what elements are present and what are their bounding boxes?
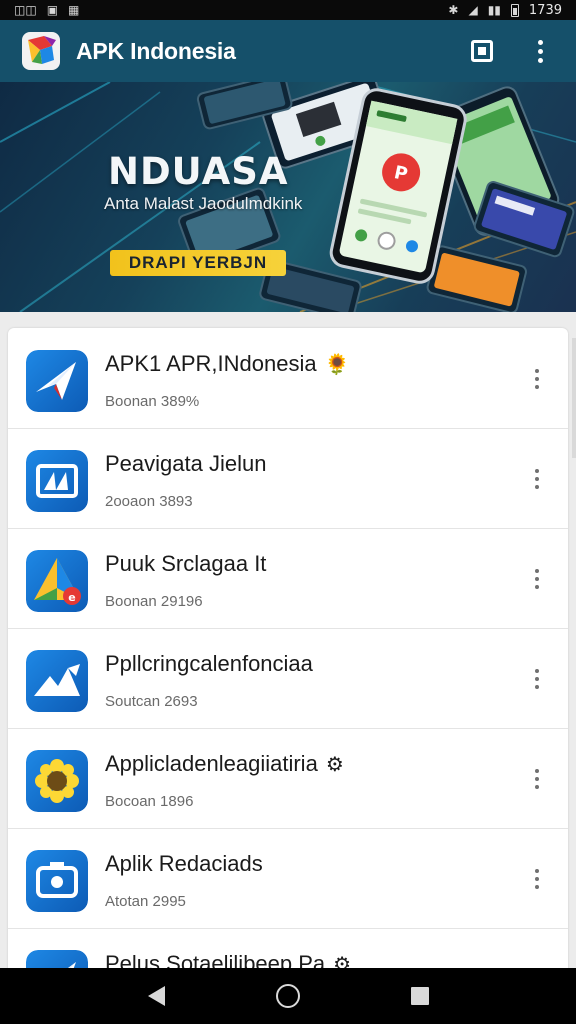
battery-icon bbox=[510, 3, 519, 17]
home-button[interactable] bbox=[268, 976, 308, 1016]
app-title: Ppllcringcalenfonciaa bbox=[105, 651, 313, 677]
send-arrow-icon bbox=[26, 350, 88, 412]
sunflower-icon bbox=[26, 750, 88, 812]
app-list: APK1 APR,INdonesia 🌻 Boonan 389% Peavigata … bbox=[8, 328, 568, 988]
app-list-item[interactable]: Peavigata Jielun 2ooaon 3893 bbox=[8, 429, 568, 529]
home-icon bbox=[276, 984, 300, 1008]
banner-cta-button[interactable]: DRAPI YERBJN bbox=[110, 250, 286, 276]
camera-icon bbox=[26, 850, 88, 912]
flower-badge-icon: 🌻 bbox=[324, 354, 350, 376]
notification-icon: ▣ bbox=[46, 3, 59, 17]
more-vert-icon[interactable] bbox=[532, 869, 542, 889]
gear-badge-icon: ⚙ bbox=[325, 754, 344, 776]
image-icon: ▦ bbox=[68, 3, 80, 17]
more-vert-icon[interactable] bbox=[532, 569, 542, 589]
triangle-logo-icon: e bbox=[26, 550, 88, 612]
status-time: 1739 bbox=[528, 2, 562, 18]
app-title: Aplik Redaciads bbox=[105, 851, 263, 877]
recents-button[interactable] bbox=[400, 976, 440, 1016]
more-vert-icon[interactable] bbox=[532, 469, 542, 489]
status-bar: ◫◫ ▣ ▦ ✱ ◢ ▮▮ 1739 bbox=[0, 0, 576, 20]
promo-banner[interactable]: P NDUASA Anta Malast Jaodulmdkink DRAPI … bbox=[0, 82, 576, 312]
app-list-item[interactable]: Ppllcringcalenfonciaa Soutcan 2693 bbox=[8, 629, 568, 729]
bluetooth-icon: ✱ bbox=[448, 3, 459, 17]
scrollbar[interactable] bbox=[572, 338, 576, 458]
overflow-menu-button[interactable] bbox=[526, 37, 554, 65]
banner-subline: Anta Malast Jaodulmdkink bbox=[104, 194, 303, 213]
app-subtitle: 2ooaon 3893 bbox=[105, 493, 193, 510]
app-title: Peavigata Jielun bbox=[105, 451, 266, 477]
app-list-item[interactable]: APK1 APR,INdonesia 🌻 Boonan 389% bbox=[8, 329, 568, 429]
app-title-text: Applicladenleagiiatiria bbox=[105, 751, 318, 776]
app-title: APK Indonesia bbox=[76, 37, 236, 64]
app-title-text: APK1 APR,INdonesia bbox=[105, 351, 317, 376]
mountain-arrow-icon bbox=[26, 650, 88, 712]
app-subtitle: Bocoan 1896 bbox=[105, 793, 194, 810]
recents-icon bbox=[411, 987, 429, 1005]
app-title-text: Peavigata Jielun bbox=[105, 451, 267, 476]
status-right: ✱ ◢ ▮▮ 1739 bbox=[448, 3, 562, 18]
app-subtitle: Boonan 389% bbox=[105, 393, 200, 410]
app-subtitle: Boonan 29196 bbox=[105, 593, 203, 610]
back-button[interactable] bbox=[136, 976, 176, 1016]
app-logo-graphic bbox=[28, 36, 56, 64]
app-logo-icon[interactable] bbox=[22, 32, 60, 70]
vibrate-icon: ◫◫ bbox=[14, 3, 37, 17]
app-title: Puuk Srclagaa It bbox=[105, 551, 266, 577]
more-vert-icon bbox=[537, 39, 543, 63]
app-list-item[interactable]: e Puuk Srclagaa It Boonan 29196 bbox=[8, 529, 568, 629]
more-vert-icon[interactable] bbox=[532, 369, 542, 389]
banner-headline: NDUASA bbox=[108, 150, 289, 193]
svg-text:e: e bbox=[68, 591, 75, 604]
square-icon bbox=[471, 40, 493, 62]
back-icon bbox=[147, 986, 165, 1006]
square-button[interactable] bbox=[468, 37, 496, 65]
screen: ◫◫ ▣ ▦ ✱ ◢ ▮▮ 1739 APK Indonesia P NDUAS… bbox=[0, 0, 576, 1024]
app-title: Applicladenleagiiatiria ⚙ bbox=[105, 751, 344, 777]
app-title: APK1 APR,INdonesia 🌻 bbox=[105, 351, 349, 377]
app-title-text: Aplik Redaciads bbox=[105, 851, 263, 876]
more-vert-icon[interactable] bbox=[532, 769, 542, 789]
app-subtitle: Soutcan 2693 bbox=[105, 693, 198, 710]
status-left: ◫◫ ▣ ▦ bbox=[14, 4, 79, 16]
more-vert-icon[interactable] bbox=[532, 669, 542, 689]
app-list-item[interactable]: Applicladenleagiiatiria ⚙ Bocoan 1896 bbox=[8, 729, 568, 829]
app-subtitle: Atotan 2995 bbox=[105, 893, 186, 910]
app-title-text: Ppllcringcalenfonciaa bbox=[105, 651, 313, 676]
app-bar: APK Indonesia bbox=[0, 20, 576, 82]
signal-icon: ▮▮ bbox=[487, 3, 501, 17]
app-list-item[interactable]: Aplik Redaciads Atotan 2995 bbox=[8, 829, 568, 929]
app-title-text: Puuk Srclagaa It bbox=[105, 551, 267, 576]
navigation-bar bbox=[0, 968, 576, 1024]
rewind-icon bbox=[26, 450, 88, 512]
wifi-icon: ◢ bbox=[468, 3, 478, 17]
